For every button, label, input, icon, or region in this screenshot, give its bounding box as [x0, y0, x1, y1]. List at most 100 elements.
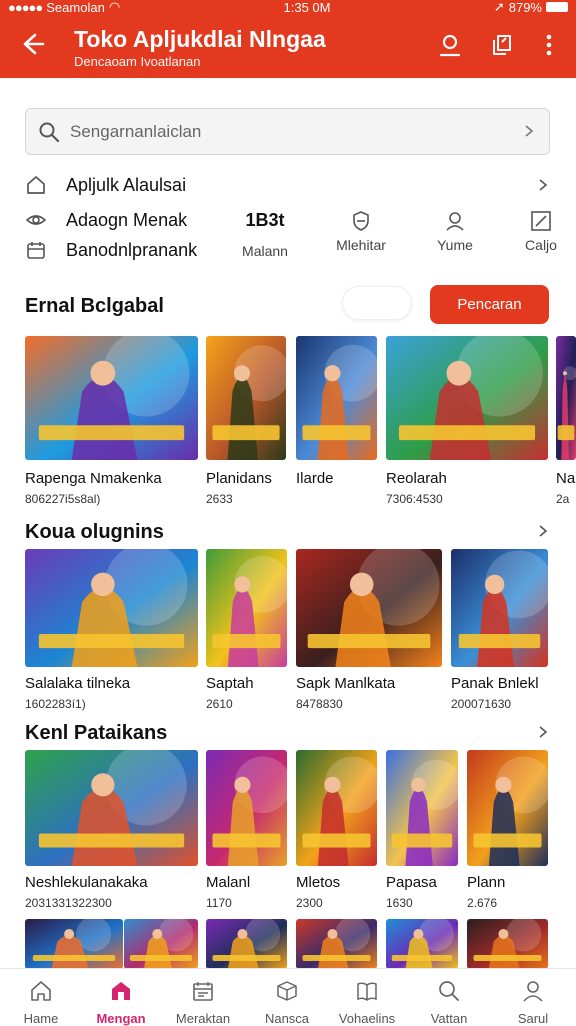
account-icon[interactable]: [437, 32, 463, 58]
app-bar: Toko Apljukdlai Nlngaa Dencaoam Ivoatlan…: [0, 14, 576, 78]
app-meta: 2a: [556, 492, 570, 506]
search-button[interactable]: Pencaran: [430, 285, 549, 324]
app-title: Panak Bnlekl: [451, 675, 539, 692]
game-thumbnail[interactable]: [296, 919, 377, 969]
quick-action-user[interactable]: Yume: [420, 210, 490, 253]
app-title: Salalaka tilneka: [25, 675, 131, 692]
section-title: Koua olugnins: [25, 521, 164, 543]
quick-stat-value: 1B3t: [245, 210, 285, 230]
share-icon[interactable]: [488, 32, 514, 58]
game-thumbnail[interactable]: [25, 549, 198, 667]
game-thumbnail[interactable]: [467, 919, 548, 969]
game-thumbnail[interactable]: [25, 919, 123, 969]
game-thumbnail[interactable]: [467, 750, 548, 866]
game-thumbnail[interactable]: [386, 336, 548, 460]
nav-book[interactable]: Vohaelins: [326, 969, 408, 1026]
game-thumbnail[interactable]: [206, 336, 286, 460]
location-icon: ➚: [493, 0, 505, 14]
game-thumbnail[interactable]: [451, 549, 548, 667]
box-icon: [277, 981, 297, 1001]
app-title: Malanl: [206, 874, 251, 891]
app-meta: 200071630: [451, 697, 512, 711]
battery-percent: 879%: [508, 0, 542, 15]
app-title: Neshlekulanakaka: [25, 874, 148, 891]
app-title: Papasa: [386, 874, 437, 891]
chevron-right-icon[interactable]: [536, 725, 550, 739]
nav-calendar[interactable]: Meraktan: [162, 969, 244, 1026]
nav-search[interactable]: Vattan: [408, 969, 490, 1026]
app-meta: 1170: [206, 896, 232, 910]
battery-icon: [545, 2, 568, 12]
app-title: Sapk Manlkata: [296, 675, 396, 692]
app-meta: 2610: [206, 697, 233, 711]
nav-home[interactable]: Hame: [0, 969, 82, 1026]
filter-chip[interactable]: [342, 286, 412, 320]
page-title: Toko Apljukdlai Nlngaa: [74, 26, 326, 52]
nav-box[interactable]: Nansca: [246, 969, 328, 1026]
edit-icon: [531, 211, 551, 231]
app-meta: 806227i5s8al): [25, 492, 101, 506]
app-meta: 2.676: [467, 896, 498, 910]
search-icon: [439, 981, 459, 1001]
info-row-label[interactable]: Banodnlpranank: [66, 240, 197, 261]
app-title: Rapenga Nmakenka: [25, 470, 162, 487]
quick-stat[interactable]: 1B3t Malann: [230, 210, 300, 259]
info-row-label[interactable]: Apljulk Alaulsai: [66, 175, 186, 196]
app-meta: 2300: [296, 896, 323, 910]
app-title: Mletos: [296, 874, 341, 891]
app-meta: 2031331322300: [25, 896, 112, 910]
wifi-icon: ◠: [108, 0, 121, 14]
app-meta: 1602283í1): [25, 697, 86, 711]
section-title: Ernal Bclgabal: [25, 295, 164, 317]
app-meta: 1630: [386, 896, 413, 910]
search-bar[interactable]: [25, 108, 550, 155]
app-title: Ilarde: [296, 470, 334, 487]
game-thumbnail[interactable]: [296, 750, 377, 866]
chevron-right-icon[interactable]: [521, 123, 537, 139]
quick-action-label: Mlehitar: [336, 237, 386, 253]
app-meta: 2633: [206, 492, 233, 506]
game-thumbnail[interactable]: [206, 919, 287, 969]
home-icon: [27, 176, 45, 194]
game-thumbnail[interactable]: [296, 549, 442, 667]
app-title: Planidans: [206, 470, 272, 487]
game-thumbnail[interactable]: [556, 336, 576, 460]
info-row-label[interactable]: Adaogn Menak: [66, 210, 187, 231]
search-input[interactable]: [70, 121, 490, 142]
search-icon: [39, 122, 60, 142]
status-bar: ●●●●● Seamolan ◠ 1:35 0M ➚ 879%: [0, 0, 576, 15]
nav-store[interactable]: Mengan: [80, 969, 162, 1026]
carrier-label: Seamolan: [46, 0, 105, 15]
quick-action-label: Caljo: [525, 237, 557, 253]
app-title: Na: [556, 470, 576, 487]
more-vert-icon[interactable]: [536, 32, 562, 58]
chevron-right-icon[interactable]: [536, 524, 550, 538]
game-thumbnail[interactable]: [25, 750, 198, 866]
game-thumbnail[interactable]: [124, 919, 198, 969]
quick-action-shield[interactable]: Mlehitar: [326, 210, 396, 253]
back-arrow-icon[interactable]: [18, 30, 46, 58]
game-thumbnail[interactable]: [206, 549, 287, 667]
calendar-icon: [27, 242, 45, 259]
home-icon: [31, 981, 51, 1001]
calendar-icon: [193, 982, 213, 1001]
quick-action-label: Yume: [437, 237, 473, 253]
section-title: Kenl Pataikans: [25, 722, 168, 744]
shield-icon: [353, 211, 369, 231]
chevron-right-icon[interactable]: [536, 178, 550, 192]
game-thumbnail[interactable]: [386, 919, 458, 969]
game-thumbnail[interactable]: [206, 750, 287, 866]
app-meta: 7306:4530: [386, 492, 443, 506]
page-subtitle: Dencaoam Ivoatlanan: [74, 54, 201, 69]
game-thumbnail[interactable]: [296, 336, 377, 460]
quick-stat-label: Malann: [242, 243, 288, 259]
game-thumbnail[interactable]: [25, 336, 198, 460]
nav-profile[interactable]: Sarul: [492, 969, 574, 1026]
app-title: Saptah: [206, 675, 254, 692]
eye-icon: [25, 215, 47, 225]
clock: 1:35 0M: [283, 0, 331, 15]
bottom-nav: Hame Mengan Meraktan Nansca Vohaelins Va…: [0, 968, 576, 1026]
quick-action-edit[interactable]: Caljo: [506, 210, 576, 253]
game-thumbnail[interactable]: [386, 750, 458, 866]
user-icon: [523, 981, 543, 1002]
